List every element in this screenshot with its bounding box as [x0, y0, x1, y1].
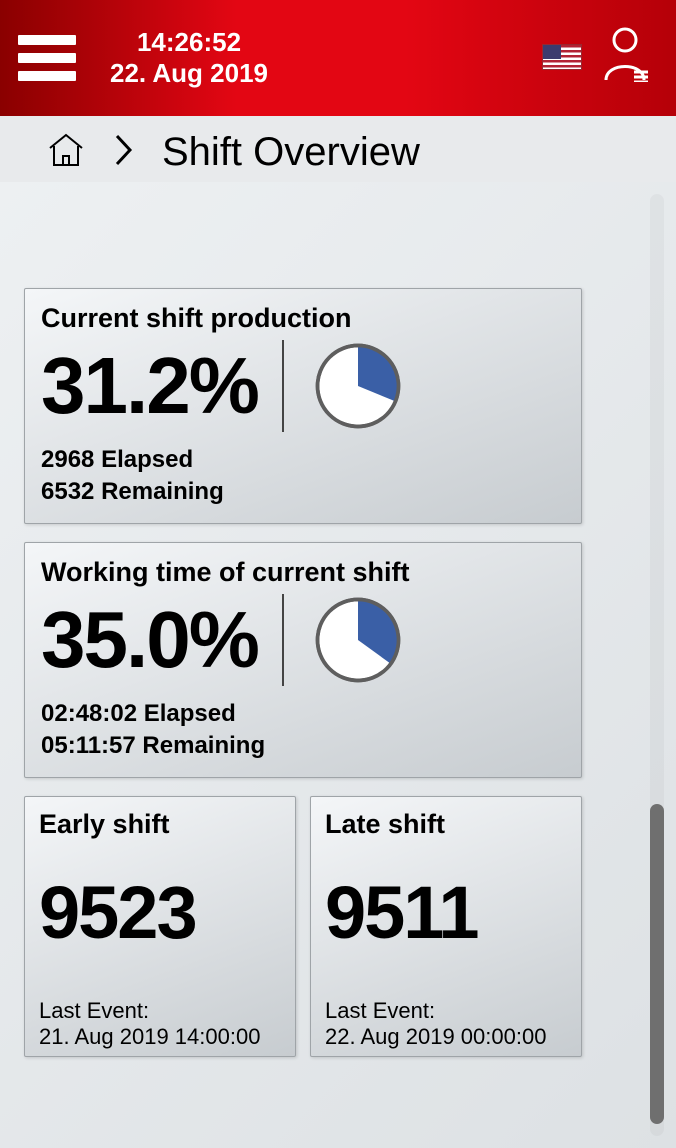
working-time-percent: 35.0% [41, 600, 258, 680]
breadcrumb: Shift Overview [0, 116, 676, 182]
header-date: 22. Aug 2019 [110, 58, 268, 89]
remaining-row: 05:11:57 Remaining [41, 730, 565, 762]
card-production[interactable]: Current shift production 31.2% 2968 Elap… [24, 288, 582, 524]
production-percent: 31.2% [41, 346, 258, 426]
card-title: Early shift [39, 809, 281, 840]
early-shift-value: 9523 [39, 876, 281, 950]
card-title: Working time of current shift [41, 557, 565, 588]
main-content: Current shift production 31.2% 2968 Elap… [0, 182, 676, 1148]
app-header: 14:26:52 22. Aug 2019 [0, 0, 676, 116]
header-time: 14:26:52 [110, 27, 268, 58]
last-event-value: 22. Aug 2019 00:00:00 [325, 1024, 567, 1050]
last-event-value: 21. Aug 2019 14:00:00 [39, 1024, 281, 1050]
user-icon[interactable] [600, 26, 650, 87]
elapsed-row: 2968 Elapsed [41, 444, 565, 476]
late-shift-value: 9511 [325, 876, 567, 950]
card-late-shift[interactable]: Late shift 9511 Last Event: 22. Aug 2019… [310, 796, 582, 1057]
flag-us-icon[interactable] [542, 44, 582, 70]
last-event-label: Last Event: [325, 998, 567, 1024]
elapsed-row: 02:48:02 Elapsed [41, 698, 565, 730]
card-title: Current shift production [41, 303, 565, 334]
divider [282, 594, 284, 686]
chevron-right-icon [114, 133, 134, 172]
remaining-row: 6532 Remaining [41, 476, 565, 508]
menu-icon[interactable] [18, 35, 76, 81]
pie-chart-icon [312, 340, 404, 432]
last-event-label: Last Event: [39, 998, 281, 1024]
header-datetime: 14:26:52 22. Aug 2019 [110, 27, 268, 89]
pie-chart-icon [312, 594, 404, 686]
card-title: Late shift [325, 809, 567, 840]
divider [282, 340, 284, 432]
scrollbar-thumb[interactable] [650, 804, 664, 1124]
card-working-time[interactable]: Working time of current shift 35.0% 02:4… [24, 542, 582, 778]
card-early-shift[interactable]: Early shift 9523 Last Event: 21. Aug 201… [24, 796, 296, 1057]
scrollbar[interactable] [650, 194, 664, 1136]
page-title: Shift Overview [162, 130, 420, 175]
home-icon[interactable] [46, 132, 86, 173]
